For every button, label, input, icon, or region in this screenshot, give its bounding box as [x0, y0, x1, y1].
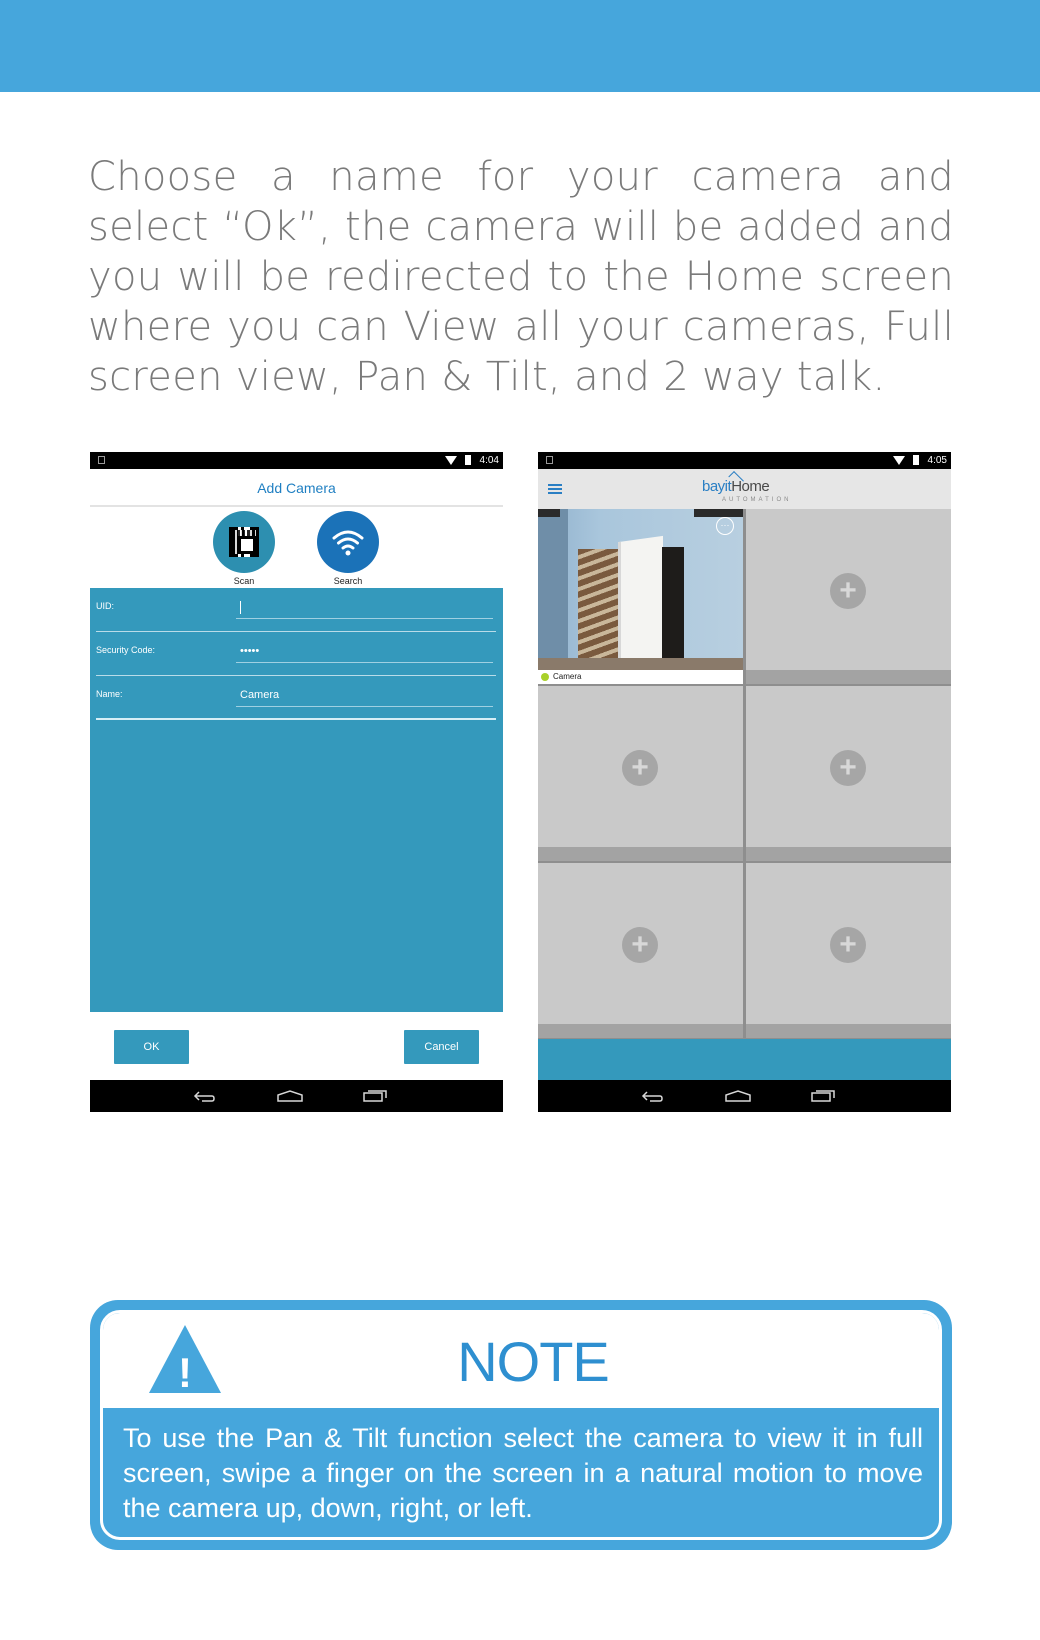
- recent-apps-icon[interactable]: [810, 1089, 836, 1103]
- home-screen-screenshot: 4:05 bayitHome AUTOMATION ··· Camera + +…: [538, 452, 951, 1112]
- header-band: [0, 0, 1040, 92]
- android-nav-bar: [538, 1080, 951, 1112]
- battery-icon: [465, 455, 471, 465]
- search-circle: [317, 511, 379, 573]
- camera-grid: ··· Camera + + + + +: [538, 509, 951, 1039]
- add-camera-icon[interactable]: +: [830, 750, 866, 786]
- wifi-icon: [893, 456, 905, 465]
- app-footer: [538, 1039, 951, 1080]
- instruction-paragraph: Choose a name for your camera and select…: [88, 154, 954, 400]
- empty-camera-slot[interactable]: +: [746, 686, 951, 861]
- uid-field[interactable]: [236, 597, 493, 619]
- menu-icon[interactable]: [548, 484, 562, 494]
- feed-floor: [538, 658, 743, 670]
- app-header: bayitHome AUTOMATION: [538, 469, 951, 509]
- note-text: To use the Pan & Tilt function select th…: [123, 1423, 923, 1523]
- note-title: NOTE: [457, 1330, 610, 1393]
- search-label: Search: [333, 576, 363, 586]
- brand-logo: bayitHome: [702, 478, 770, 495]
- camera-tile[interactable]: ··· Camera: [538, 509, 743, 684]
- android-nav-bar: [90, 1080, 503, 1112]
- feed-overlay-left: [538, 509, 560, 517]
- feed-door: [618, 535, 663, 670]
- scan-circle: [213, 511, 275, 573]
- empty-camera-slot[interactable]: +: [746, 509, 951, 684]
- ok-button[interactable]: OK: [114, 1030, 189, 1064]
- brand-second: Home: [731, 478, 770, 495]
- cancel-button[interactable]: Cancel: [404, 1030, 479, 1064]
- back-icon[interactable]: [640, 1089, 664, 1103]
- online-status-icon: [541, 673, 549, 681]
- camera-caption: Camera: [538, 670, 743, 684]
- security-code-field[interactable]: •••••: [236, 641, 493, 663]
- scan-label: Scan: [233, 576, 255, 586]
- notification-icon: [98, 456, 105, 464]
- camera-name: Camera: [553, 672, 582, 681]
- home-icon[interactable]: [276, 1089, 304, 1103]
- note-header: ! NOTE: [103, 1313, 939, 1408]
- note-inner: ! NOTE To use the Pan & Tilt function se…: [100, 1310, 942, 1540]
- slot-bar: [538, 847, 743, 861]
- scan-button[interactable]: Scan: [213, 511, 275, 586]
- add-camera-icon[interactable]: +: [622, 750, 658, 786]
- slot-bar: [746, 670, 951, 684]
- text-cursor: [240, 600, 241, 614]
- more-options-icon[interactable]: ···: [716, 517, 734, 535]
- recent-apps-icon[interactable]: [362, 1089, 388, 1103]
- camera-form: UID: Security Code: ••••• Name: Camera: [90, 588, 503, 1019]
- qr-code-icon: [229, 527, 259, 557]
- name-row: Name: Camera: [96, 676, 496, 720]
- status-bar: 4:05: [538, 452, 951, 469]
- uid-label: UID:: [96, 601, 114, 611]
- brand-first: bayit: [702, 478, 732, 495]
- back-icon[interactable]: [192, 1089, 216, 1103]
- empty-camera-slot[interactable]: +: [538, 686, 743, 861]
- slot-bar: [538, 1024, 743, 1038]
- name-field[interactable]: Camera: [236, 685, 493, 707]
- add-camera-icon[interactable]: +: [830, 573, 866, 609]
- feed-wall: [538, 509, 568, 670]
- wifi-icon: [445, 456, 457, 465]
- empty-camera-slot[interactable]: +: [538, 863, 743, 1038]
- status-bar: 4:04: [90, 452, 503, 469]
- uid-row: UID:: [96, 588, 496, 632]
- feed-overlay-right: [694, 509, 743, 517]
- wifi-search-icon: [332, 530, 364, 556]
- name-label: Name:: [96, 689, 123, 699]
- home-icon[interactable]: [724, 1089, 752, 1103]
- empty-camera-slot[interactable]: +: [746, 863, 951, 1038]
- status-clock: 4:05: [927, 455, 947, 466]
- security-code-row: Security Code: •••••: [96, 632, 496, 676]
- brand-subtitle: AUTOMATION: [722, 497, 792, 503]
- add-camera-icon[interactable]: +: [622, 927, 658, 963]
- feed-doorway: [662, 547, 684, 670]
- security-code-label: Security Code:: [96, 645, 156, 655]
- search-button[interactable]: Search: [317, 511, 379, 586]
- notification-icon: [546, 456, 553, 464]
- dialog-actions: OK Cancel: [90, 1012, 503, 1080]
- note-box: ! NOTE To use the Pan & Tilt function se…: [90, 1300, 952, 1550]
- camera-feed[interactable]: ···: [538, 509, 743, 670]
- battery-icon: [913, 455, 919, 465]
- add-camera-screenshot: 4:04 Add Camera Scan Search UID: Securit…: [90, 452, 503, 1112]
- status-clock: 4:04: [479, 455, 499, 466]
- slot-bar: [746, 1024, 951, 1038]
- slot-bar: [746, 847, 951, 861]
- add-camera-icon[interactable]: +: [830, 927, 866, 963]
- page-title: Add Camera: [90, 469, 503, 507]
